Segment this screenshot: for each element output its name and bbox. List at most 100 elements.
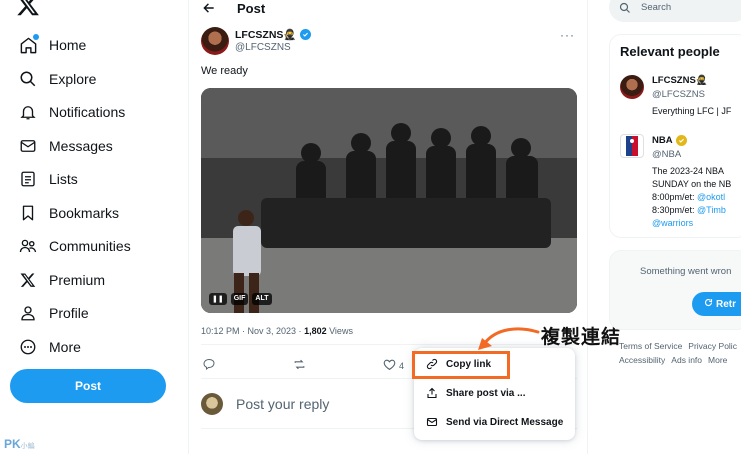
nav-item-home[interactable]: Home: [10, 30, 86, 60]
nba-logo-icon[interactable]: [620, 134, 644, 158]
footer-links: Accessibility Ads info More: [619, 355, 733, 365]
person-name[interactable]: LFCSZNS🥷: [652, 75, 708, 86]
person-icon: [17, 302, 39, 324]
left-navigation: Home Explore Notifications Messages List…: [0, 0, 188, 454]
refresh-icon: [704, 298, 713, 310]
footer-link[interactable]: Accessibility: [619, 355, 665, 365]
author-name-text: LFCSZNS🥷: [235, 29, 297, 41]
bio-text: 8:00pm/et:: [652, 192, 698, 202]
nav-item-more[interactable]: More: [10, 332, 81, 362]
menu-item-label: Share post via ...: [446, 387, 526, 399]
views-label: Views: [326, 326, 353, 336]
share-icon: [426, 387, 438, 399]
menu-item-share-via[interactable]: Share post via ...: [414, 381, 575, 405]
person-bio: Everything LFC | JF: [652, 106, 732, 116]
bio-mention-link[interactable]: @warriors: [652, 217, 693, 230]
nav-label: Premium: [49, 272, 106, 288]
envelope-icon: [17, 135, 39, 157]
person-name-text: NBA: [652, 135, 673, 146]
alt-badge[interactable]: ALT: [252, 293, 272, 305]
back-arrow-icon[interactable]: [201, 0, 217, 16]
nav-label: More: [49, 339, 81, 355]
tweet-timestamp[interactable]: 10:12 PM · Nov 3, 2023 ·: [201, 326, 304, 336]
nav-label: Home: [49, 37, 87, 53]
search-input[interactable]: Search: [641, 2, 671, 13]
menu-item-send-dm[interactable]: Send via Direct Message: [414, 410, 575, 434]
nav-item-lists[interactable]: Lists: [10, 164, 78, 194]
tweet-meta: 10:12 PM · Nov 3, 2023 · 1,802 Views: [201, 326, 353, 336]
search-bar[interactable]: Search: [609, 0, 741, 22]
tweet-media-gif[interactable]: ❚❚ GIF ALT: [201, 88, 577, 313]
search-icon: [619, 1, 631, 13]
gif-badge: GIF: [230, 293, 249, 305]
nav-item-communities[interactable]: Communities: [10, 231, 131, 261]
x-logo-icon[interactable]: [16, 0, 40, 18]
watermark-text: PK: [4, 437, 21, 451]
nav-item-bookmarks[interactable]: Bookmarks: [10, 198, 119, 228]
panel-title: Relevant people: [620, 44, 720, 59]
person-bio: SUNDAY on the NB: [652, 179, 732, 189]
bio-text: 8:30pm/et:: [652, 205, 698, 215]
retry-button[interactable]: Retr: [692, 292, 741, 316]
home-icon: [17, 34, 39, 56]
nav-label: Bookmarks: [49, 205, 120, 221]
media-controls: ❚❚ GIF ALT: [209, 293, 272, 305]
list-icon: [17, 168, 39, 190]
watermark-logo: PK小編: [4, 437, 35, 451]
annotation-arrow-icon: [478, 327, 540, 350]
watermark-subtext: 小編: [20, 443, 35, 450]
reply-input[interactable]: Post your reply: [236, 396, 329, 412]
nav-label: Notifications: [49, 104, 126, 120]
more-options-icon[interactable]: ···: [560, 28, 575, 42]
people-icon: [17, 235, 39, 257]
author-name[interactable]: LFCSZNS🥷: [235, 28, 311, 41]
author-avatar[interactable]: [201, 27, 229, 55]
person-avatar[interactable]: [620, 75, 644, 99]
like-count: 4: [399, 360, 405, 371]
error-panel: Something went wron Retr: [609, 250, 741, 330]
search-icon: [17, 68, 39, 90]
footer-link[interactable]: More: [708, 355, 727, 365]
footer-link[interactable]: Privacy Polic: [688, 341, 737, 351]
nav-item-notifications[interactable]: Notifications: [10, 97, 125, 127]
gif-crowd-image: [201, 88, 577, 313]
nav-label: Profile: [49, 305, 89, 321]
envelope-icon: [426, 416, 438, 428]
pause-icon[interactable]: ❚❚: [209, 293, 227, 305]
relevant-people-panel: Relevant people LFCSZNS🥷 @LFCSZNS Everyt…: [609, 34, 741, 238]
author-handle[interactable]: @LFCSZNS: [235, 42, 291, 53]
person-bio: 8:30pm/et: @Timb: [652, 204, 726, 217]
views-count: 1,802: [304, 326, 327, 336]
nav-item-messages[interactable]: Messages: [10, 131, 113, 161]
footer-links: Terms of Service Privacy Polic: [619, 341, 741, 351]
post-button[interactable]: Post: [10, 369, 166, 403]
heart-icon: [383, 358, 396, 373]
user-avatar: [201, 393, 223, 415]
person-bio: The 2023-24 NBA: [652, 166, 725, 176]
tweet-text: We ready: [201, 65, 248, 77]
person-name-text: LFCSZNS🥷: [652, 75, 708, 86]
bio-mention-link[interactable]: @Timb: [697, 205, 726, 215]
like-action[interactable]: 4: [383, 358, 404, 373]
copy-link-highlight-box: [412, 351, 510, 379]
nav-item-explore[interactable]: Explore: [10, 64, 96, 94]
person-handle[interactable]: @LFCSZNS: [652, 89, 705, 100]
person-bio: 8:00pm/et: @okotl: [652, 191, 725, 204]
footer-link[interactable]: Terms of Service: [619, 341, 682, 351]
bell-icon: [17, 101, 39, 123]
nav-item-premium[interactable]: Premium: [10, 265, 105, 295]
person-handle[interactable]: @NBA: [652, 149, 681, 160]
reply-icon: [203, 358, 215, 372]
nav-label: Communities: [49, 238, 131, 254]
footer-link[interactable]: Ads info: [671, 355, 702, 365]
bio-mention-link[interactable]: @okotl: [697, 192, 725, 202]
nav-label: Messages: [49, 138, 113, 154]
menu-item-label: Send via Direct Message: [446, 416, 564, 428]
repost-icon: [293, 358, 306, 373]
repost-action[interactable]: [293, 358, 306, 373]
person-name[interactable]: NBA: [652, 135, 687, 146]
error-message: Something went wron: [640, 266, 732, 277]
verified-badge-icon: [299, 29, 311, 40]
nav-item-profile[interactable]: Profile: [10, 298, 89, 328]
reply-action[interactable]: [203, 358, 215, 372]
